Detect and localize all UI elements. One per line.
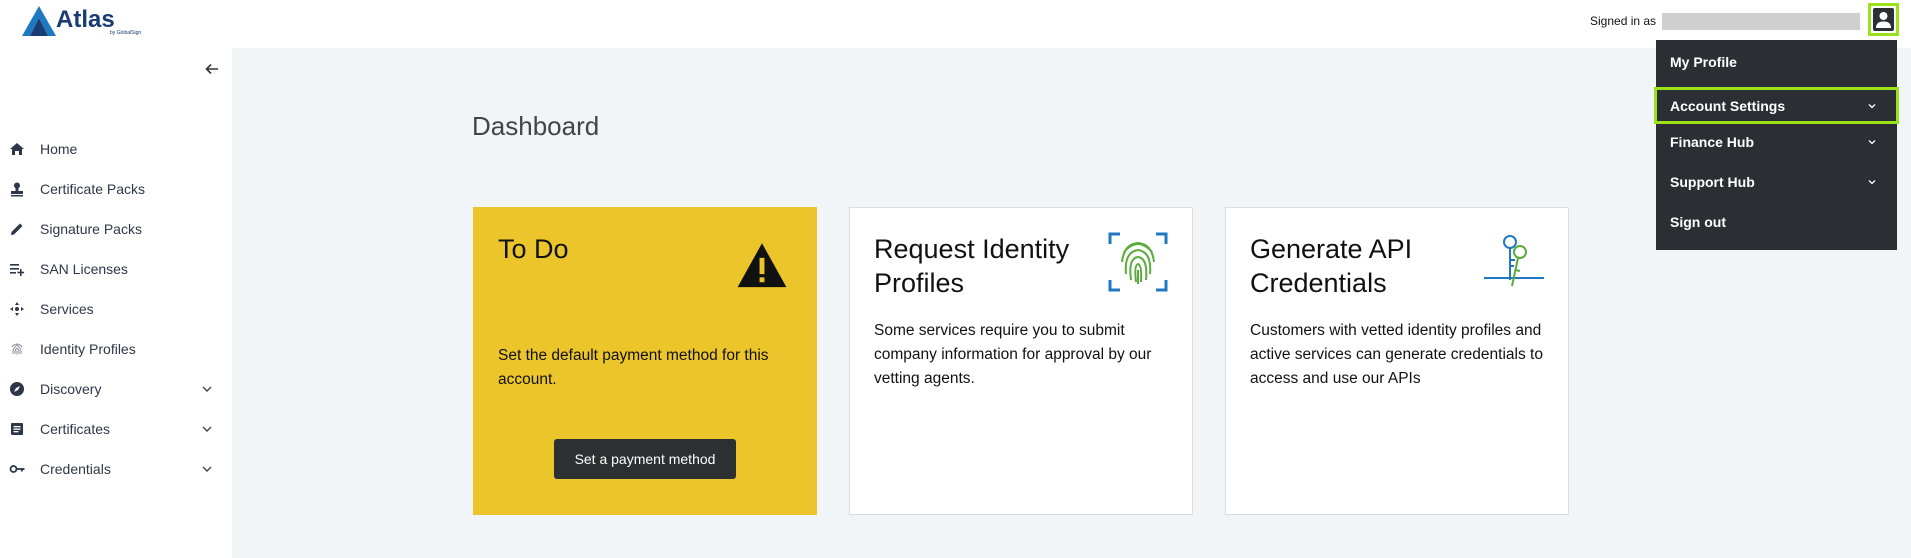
document-icon: [11, 423, 23, 435]
card-title: Generate API Credentials: [1250, 234, 1413, 298]
chevron-down-icon: [1868, 140, 1876, 145]
fingerprint-icon: [11, 343, 23, 355]
pen-icon: [11, 223, 23, 235]
stamp-icon: [11, 182, 23, 197]
generate-api-credentials-card[interactable]: Generate API Credentials Customers with …: [1225, 207, 1569, 515]
sidebar-item-label: Home: [40, 141, 78, 157]
sidebar-item-certificate-packs[interactable]: Certificate Packs: [0, 171, 232, 207]
menu-item-finance-hub[interactable]: Finance Hub: [1656, 122, 1897, 162]
sidebar-item-label: Discovery: [40, 381, 102, 397]
menu-item-label: Sign out: [1670, 214, 1726, 230]
compass-icon: [10, 382, 24, 396]
user-icon: [1873, 8, 1894, 31]
key-icon: [9, 465, 25, 473]
collapse-sidebar-icon[interactable]: [203, 60, 221, 78]
sidebar-item-discovery[interactable]: Discovery: [0, 371, 232, 407]
sidebar-item-label: SAN Licenses: [40, 261, 128, 277]
menu-item-label: Account Settings: [1670, 97, 1786, 114]
menu-item-my-profile[interactable]: My Profile: [1656, 42, 1897, 82]
services-icon: [10, 302, 24, 316]
sidebar-item-label: Identity Profiles: [40, 341, 136, 357]
fingerprint-scan-icon: [1108, 232, 1168, 292]
page-title: Dashboard: [472, 111, 600, 141]
card-body: Set the default payment method for this …: [498, 347, 769, 388]
menu-item-account-settings[interactable]: Account Settings: [1654, 87, 1899, 124]
sidebar-item-services[interactable]: Services: [0, 291, 232, 327]
todo-card: To Do Set the default payment method for…: [473, 207, 817, 515]
sidebar-item-certificates[interactable]: Certificates: [0, 411, 232, 447]
chevron-down-icon: [1868, 180, 1876, 185]
user-dropdown-menu: My Profile Account Settings Finance Hub …: [1654, 40, 1899, 250]
card-body: Customers with vetted identity profiles …: [1250, 322, 1543, 387]
card-body: Some services require you to submit comp…: [874, 322, 1152, 387]
menu-item-support-hub[interactable]: Support Hub: [1656, 162, 1897, 202]
request-identity-profiles-card[interactable]: Request Identity Profiles Some services …: [849, 207, 1193, 515]
warning-icon: [737, 243, 787, 288]
atlas-logo-icon: [22, 6, 56, 36]
sidebar-item-san-licenses[interactable]: SAN Licenses: [0, 251, 232, 287]
sidebar-item-label: Certificates: [40, 421, 111, 437]
home-icon: [10, 143, 24, 155]
playlist-add-icon: [10, 264, 25, 276]
user-menu-button[interactable]: [1868, 3, 1899, 36]
sidebar-item-home[interactable]: Home: [0, 131, 232, 167]
signed-in-username-redacted: [1662, 13, 1860, 30]
chevron-down-icon: [202, 426, 212, 432]
sidebar: Home Certificate Packs Signature Packs S…: [0, 48, 232, 558]
card-title: Request Identity Profiles: [874, 234, 1070, 298]
sidebar-item-label: Credentials: [40, 461, 111, 477]
card-title: To Do: [498, 234, 569, 264]
logo-text: Atlas: [56, 6, 115, 33]
logo-subtext: by GlobalSign: [110, 30, 142, 36]
sidebar-item-credentials[interactable]: Credentials: [0, 451, 232, 487]
atlas-logo[interactable]: Atlas by GlobalSign: [22, 4, 142, 38]
keys-icon: [1484, 235, 1544, 287]
sidebar-item-label: Certificate Packs: [40, 181, 146, 197]
chevron-down-icon: [1868, 103, 1876, 108]
sidebar-item-label: Services: [40, 301, 94, 317]
top-bar: Atlas by GlobalSign Signed in as: [0, 0, 1911, 48]
set-payment-method-button[interactable]: Set a payment method: [554, 439, 736, 479]
menu-item-sign-out[interactable]: Sign out: [1656, 202, 1897, 242]
menu-item-label: Finance Hub: [1670, 134, 1755, 150]
sidebar-item-label: Signature Packs: [40, 221, 142, 237]
chevron-down-icon: [202, 386, 212, 392]
menu-item-label: Support Hub: [1670, 174, 1755, 190]
chevron-down-icon: [202, 466, 212, 472]
menu-item-label: My Profile: [1670, 54, 1737, 70]
signed-in-label: Signed in as: [1590, 14, 1657, 28]
sidebar-item-signature-packs[interactable]: Signature Packs: [0, 211, 232, 247]
sidebar-item-identity-profiles[interactable]: Identity Profiles: [0, 331, 232, 367]
